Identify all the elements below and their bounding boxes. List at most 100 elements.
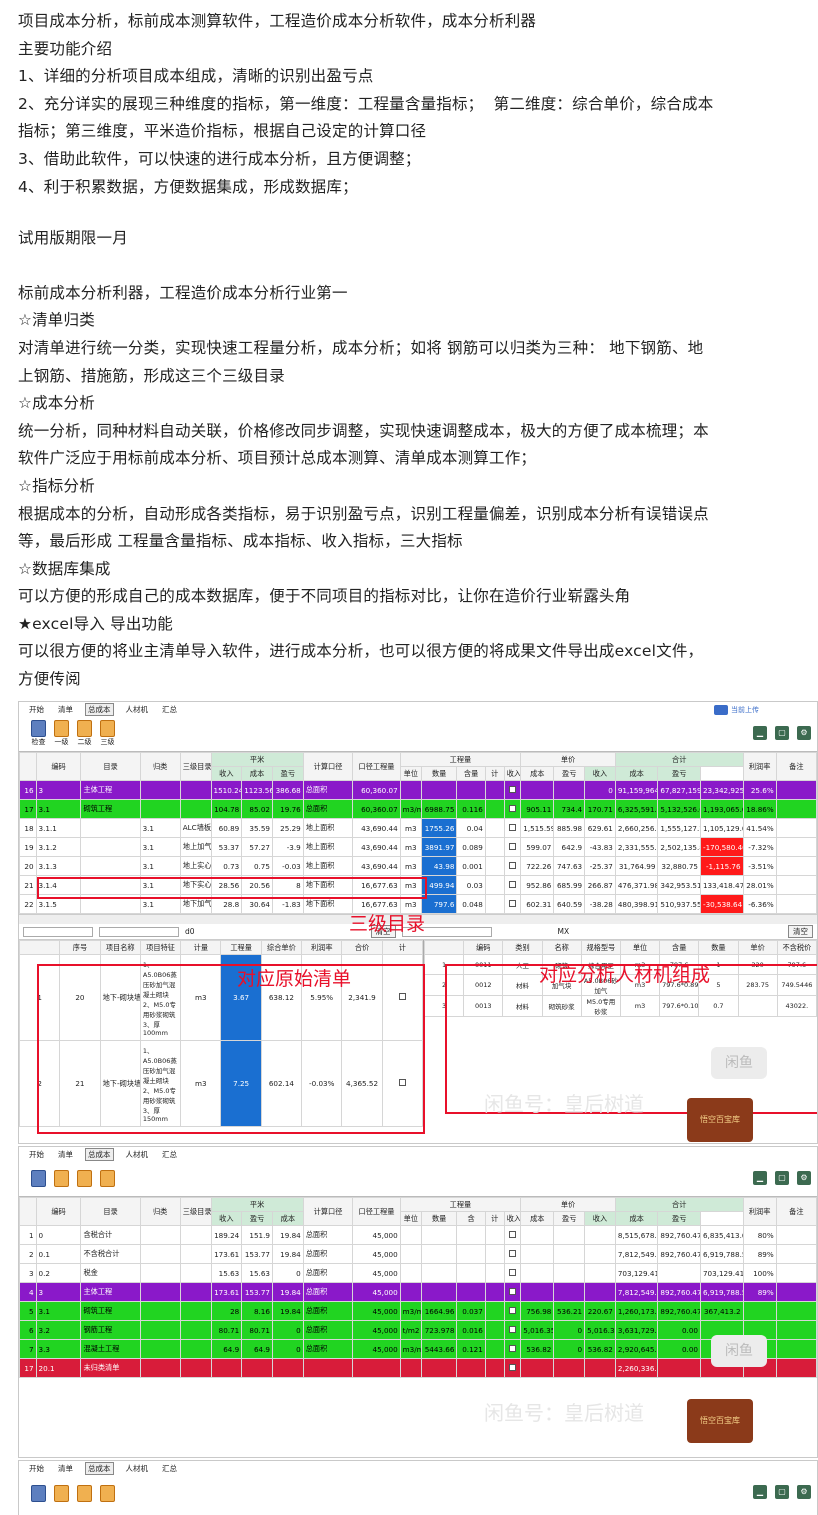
table-cell[interactable]: 220.67 <box>584 1301 616 1321</box>
table-cell[interactable] <box>271 1358 304 1378</box>
table-cell[interactable]: 640.59 <box>553 894 586 914</box>
table-cell[interactable] <box>420 1282 458 1302</box>
table-cell[interactable]: 31,764.99 <box>614 856 659 876</box>
subheader-cell[interactable]: 盈亏 <box>241 1211 273 1226</box>
toolbar-button[interactable]: 二级 <box>77 720 92 747</box>
subheader-cell[interactable]: 收入 <box>210 1211 243 1226</box>
table-cell[interactable]: 2,920,645.6 <box>614 1339 659 1359</box>
window-settings-icon[interactable]: ⚙ <box>797 1171 811 1185</box>
table-cell[interactable]: 722.26 <box>520 856 555 876</box>
table-cell[interactable]: 536.21 <box>553 1301 586 1321</box>
table-cell[interactable]: 100% <box>742 1263 777 1283</box>
table-row[interactable]: 4 3 主体工程 173.61 153.77 19.84 总面积 45,000 7,812,54… <box>19 1282 817 1302</box>
table-cell[interactable] <box>80 837 141 857</box>
table-cell[interactable]: 19.76 <box>271 799 304 819</box>
table-cell[interactable] <box>484 856 505 876</box>
table-cell[interactable] <box>775 1301 817 1321</box>
table-cell[interactable]: 599.07 <box>520 837 555 857</box>
table-cell[interactable] <box>584 1225 616 1245</box>
checkbox[interactable] <box>508 1325 516 1333</box>
header-cell[interactable]: 利润率 <box>742 1197 777 1226</box>
table-cell[interactable] <box>456 780 486 800</box>
menu-item[interactable]: 开始 <box>27 1463 46 1474</box>
table-cell[interactable]: 0.2 <box>35 1263 82 1283</box>
toolbar-button[interactable] <box>100 1170 115 1187</box>
table-cell[interactable]: 18 <box>19 818 37 838</box>
table-cell[interactable]: 地上面积 <box>302 818 354 838</box>
table-cell[interactable] <box>775 894 817 914</box>
menu-item[interactable]: 开始 <box>27 704 46 715</box>
table-cell[interactable] <box>456 1282 486 1302</box>
checkbox[interactable] <box>508 899 516 907</box>
table-cell[interactable]: 18.86% <box>742 799 777 819</box>
table-cell[interactable] <box>241 1358 273 1378</box>
table-cell[interactable]: 1664.96 <box>420 1301 458 1321</box>
header-cell[interactable]: 合计 <box>614 1197 744 1212</box>
table-cell[interactable]: 20.1 <box>35 1358 82 1378</box>
table-cell[interactable]: 85.02 <box>241 799 273 819</box>
table-cell[interactable] <box>503 1244 522 1264</box>
table-cell[interactable]: 43.98 <box>420 856 458 876</box>
table-cell[interactable]: 总面积 <box>302 780 354 800</box>
table-cell[interactable] <box>179 1339 212 1359</box>
header-cell[interactable]: 利润率 <box>742 752 777 781</box>
table-cell[interactable]: 6,325,591.6 <box>614 799 659 819</box>
table-cell[interactable]: 19.84 <box>271 1301 304 1321</box>
table-cell[interactable]: 0 <box>35 1225 82 1245</box>
table-cell[interactable] <box>520 1263 555 1283</box>
menu-item[interactable]: 清单 <box>56 1463 75 1474</box>
subheader-cell[interactable]: 盈亏 <box>271 766 304 781</box>
table-cell[interactable]: 砌筑工程 <box>80 1301 141 1321</box>
table-cell[interactable]: 45,000 <box>352 1282 401 1302</box>
table-cell[interactable]: 3.3 <box>35 1339 82 1359</box>
table-cell[interactable]: 19 <box>19 837 37 857</box>
table-cell[interactable]: 总面积 <box>302 1244 354 1264</box>
table-cell[interactable] <box>484 894 505 914</box>
table-cell[interactable]: 1,193,065.08 <box>699 799 744 819</box>
table-cell[interactable]: 2,502,135.86 <box>657 837 701 857</box>
table-cell[interactable]: 20 <box>19 856 37 876</box>
window-minimize-icon[interactable]: ▁ <box>753 1171 767 1185</box>
subheader-cell[interactable]: 收入 <box>584 766 616 781</box>
menu-item[interactable]: 汇总 <box>160 1463 179 1474</box>
table-cell[interactable]: 0.1 <box>35 1244 82 1264</box>
header-cell[interactable]: 计算口径 <box>302 752 354 781</box>
table-cell[interactable] <box>484 1263 505 1283</box>
table-cell[interactable]: 19.84 <box>271 1225 304 1245</box>
toolbar-button[interactable] <box>100 1484 115 1502</box>
table-cell[interactable]: 703,129.41 <box>614 1263 659 1283</box>
header-cell[interactable]: 计算口径 <box>302 1197 354 1226</box>
table-cell[interactable] <box>503 894 522 914</box>
table-cell[interactable]: 28 <box>210 1301 243 1321</box>
table-cell[interactable] <box>775 799 817 819</box>
table-cell[interactable]: 386.68 <box>271 780 304 800</box>
table-cell[interactable] <box>399 1244 422 1264</box>
table-cell[interactable] <box>584 1244 616 1264</box>
table-cell[interactable] <box>139 1320 181 1340</box>
table-cell[interactable]: 536.82 <box>584 1339 616 1359</box>
subheader-cell[interactable]: 收入 <box>584 1211 616 1226</box>
table-cell[interactable] <box>775 1358 817 1378</box>
table-cell[interactable] <box>520 1225 555 1245</box>
table-cell[interactable] <box>139 1244 181 1264</box>
table-cell[interactable] <box>775 1225 817 1245</box>
table-cell[interactable]: 45,000 <box>352 1339 401 1359</box>
subheader-cell[interactable]: 盈亏 <box>553 766 586 781</box>
header-cell[interactable]: 目录 <box>80 1197 141 1226</box>
menu-item[interactable]: 汇总 <box>160 1149 179 1160</box>
table-cell[interactable] <box>503 1282 522 1302</box>
table-cell[interactable]: 629.61 <box>584 818 616 838</box>
table-cell[interactable]: 1123.56 <box>241 780 273 800</box>
table-cell[interactable] <box>179 1263 212 1283</box>
subheader-cell[interactable]: 成本 <box>520 766 555 781</box>
table-cell[interactable]: 0.016 <box>456 1320 486 1340</box>
checkbox[interactable] <box>508 823 516 831</box>
table-cell[interactable]: 189.24 <box>210 1225 243 1245</box>
table-cell[interactable]: 170.71 <box>584 799 616 819</box>
table-cell[interactable]: 91,159,964.96 <box>614 780 659 800</box>
header-cell[interactable]: 工程量 <box>220 940 262 955</box>
table-cell[interactable] <box>456 1225 486 1245</box>
table-cell[interactable]: 税金 <box>80 1263 141 1283</box>
header-cell[interactable]: 工程量 <box>399 1197 522 1212</box>
table-cell[interactable] <box>520 1358 555 1378</box>
